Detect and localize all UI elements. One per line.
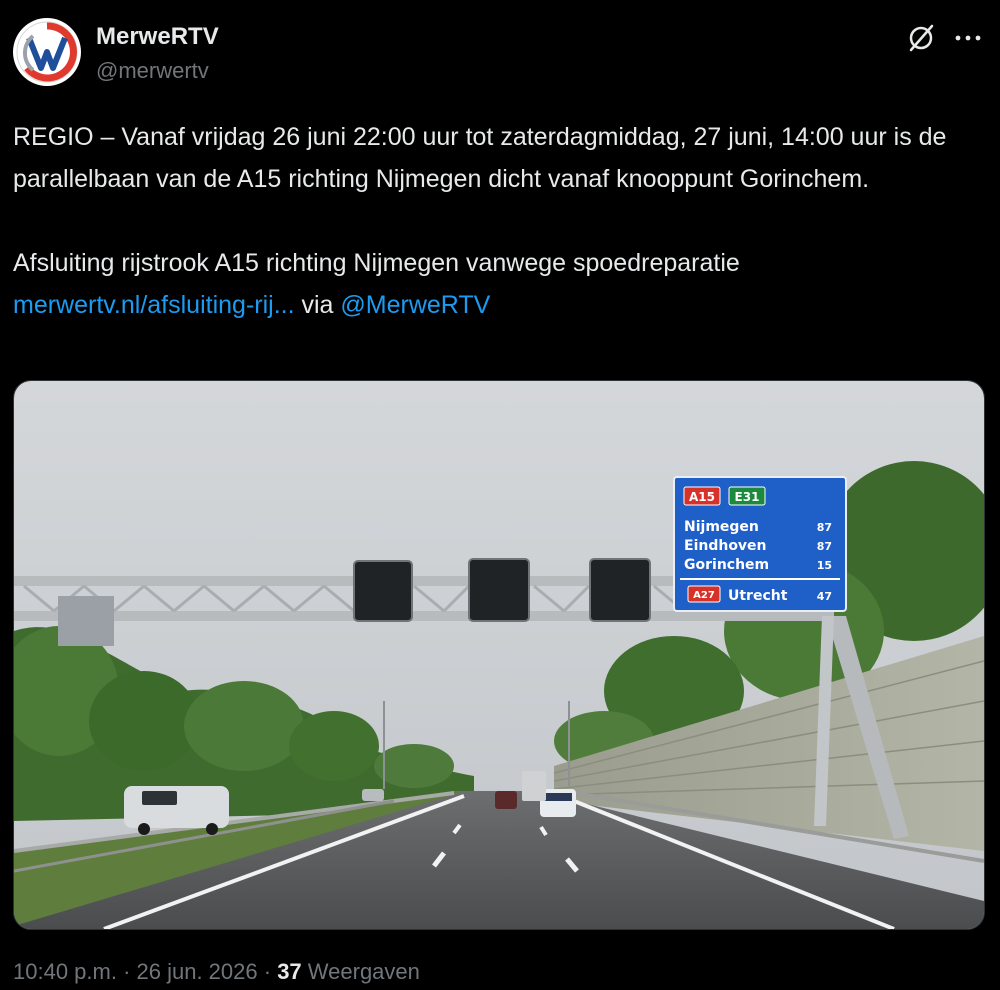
tweet-date[interactable]: 26 jun. 2026 — [137, 959, 258, 984]
sign-distance-3: 15 — [817, 559, 832, 572]
tweet-paragraph-2: Afsluiting rijstrook A15 richting Nijmeg… — [13, 242, 988, 326]
more-icon[interactable] — [950, 22, 986, 54]
sign-route-2: E31 — [735, 490, 760, 504]
meta-separator: · — [257, 959, 278, 984]
views-count: 37 — [277, 959, 302, 984]
tweet-meta: 10:40 p.m. · 26 jun. 2026 · 37 Weergaven — [13, 956, 420, 988]
sign-destination-3: Gorinchem — [684, 557, 769, 573]
via-text: via — [294, 291, 341, 319]
mention-link[interactable]: @MerweRTV — [340, 291, 490, 319]
avatar[interactable] — [13, 18, 81, 86]
sign-destination-1: Nijmegen — [684, 519, 759, 535]
sign-distance-1: 87 — [817, 521, 832, 534]
tweet-time[interactable]: 10:40 p.m. — [13, 959, 117, 984]
sign-exit-name: Utrecht — [728, 588, 788, 604]
sign-exit-route: A27 — [693, 590, 715, 601]
sign-exit-distance: 47 — [817, 590, 832, 603]
grok-icon[interactable] — [905, 22, 937, 54]
tweet-link[interactable]: merwertv.nl/afsluiting-rij... — [13, 291, 295, 319]
author-display-name[interactable]: MerweRTV — [96, 22, 219, 52]
views-label: Weergaven — [301, 959, 420, 984]
tweet-text: REGIO – Vanaf vrijdag 26 juni 22:00 uur … — [13, 116, 988, 326]
sign-destination-2: Eindhoven — [684, 538, 767, 554]
meta-separator: · — [116, 959, 137, 984]
tweet-media-photo[interactable]: A15 E31 Nijmegen 87 Eindhoven 87 Gorinch… — [13, 380, 985, 930]
author-handle[interactable]: @merwertv — [96, 57, 209, 85]
sign-route-1: A15 — [689, 490, 715, 504]
tweet-link-title: Afsluiting rijstrook A15 richting Nijmeg… — [13, 249, 740, 277]
sign-distance-2: 87 — [817, 540, 832, 553]
tweet-paragraph-1: REGIO – Vanaf vrijdag 26 juni 22:00 uur … — [13, 123, 947, 193]
